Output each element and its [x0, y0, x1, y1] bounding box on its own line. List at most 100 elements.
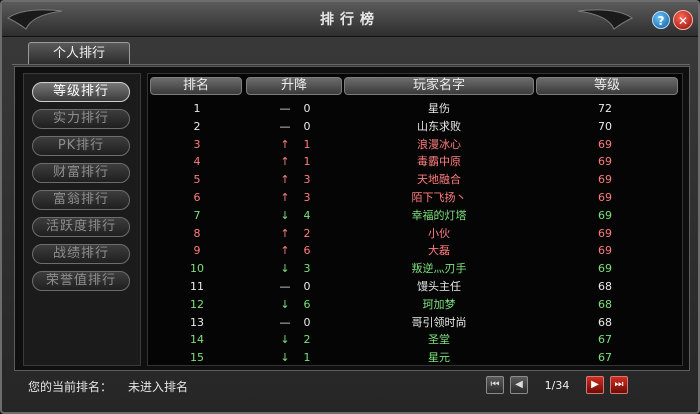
- rank-cell: 6: [193, 191, 201, 204]
- level-cell: 67: [598, 351, 612, 365]
- table-row[interactable]: 1 — 0 星伤 72: [148, 100, 684, 117]
- category-pk-ranking-button[interactable]: PK排行: [32, 136, 130, 156]
- player-name: 星元: [428, 351, 450, 365]
- table-row[interactable]: 15 ↓ 1 星元 67: [148, 349, 684, 366]
- up-arrow-icon: ↑: [280, 137, 290, 151]
- table-row[interactable]: 13 — 0 哥引领时尚 68: [148, 314, 684, 331]
- change-cell: 1: [303, 137, 311, 151]
- level-cell: 70: [598, 119, 612, 133]
- level-cell: 69: [598, 244, 612, 258]
- category-strength-ranking-button[interactable]: 实力排行: [32, 109, 130, 129]
- table-row[interactable]: 11 — 0 馒头主任 68: [148, 278, 684, 295]
- change-cell: 0: [303, 280, 311, 293]
- first-page-button[interactable]: ⏮: [486, 376, 504, 394]
- rank-cell: 4: [193, 155, 201, 169]
- window-title: 排行榜: [320, 12, 380, 28]
- change-cell: 1: [303, 351, 311, 365]
- rank-cell: 11: [190, 280, 204, 293]
- table-row[interactable]: 6 ↑ 3 陌下飞扬丶 69: [148, 189, 684, 206]
- category-tycoon-ranking-button[interactable]: 富翁排行: [32, 190, 130, 210]
- player-name-cell: 叛逆灬刃手: [344, 260, 534, 277]
- table-row[interactable]: 8 ↑ 2 小伙 69: [148, 225, 684, 242]
- table-row[interactable]: 14 ↓ 2 圣堂 67: [148, 331, 684, 348]
- rank-cell: 8: [193, 226, 201, 240]
- header-change: 升降: [246, 77, 342, 95]
- change-cell: 0: [303, 119, 311, 133]
- table-row[interactable]: 5 ↑ 3 天地融合 69: [148, 171, 684, 188]
- level-cell: 69: [598, 226, 612, 240]
- tab-strip: 个人排行: [12, 42, 690, 65]
- level-cell: 68: [598, 297, 612, 311]
- player-name-cell: 圣堂: [344, 331, 534, 348]
- down-arrow-icon: ↓: [280, 333, 290, 347]
- rank-cell: 1: [193, 102, 201, 115]
- prev-page-button[interactable]: ◀: [510, 376, 528, 394]
- table-row[interactable]: 4 ↑ 1 毒霸中原 69: [148, 153, 684, 170]
- change-cell: 2: [303, 333, 311, 347]
- player-name-cell: 星伤: [344, 100, 534, 117]
- up-arrow-icon: ↑: [280, 244, 290, 258]
- table-row[interactable]: 12 ↓ 6 珂加梦 68: [148, 296, 684, 313]
- level-cell: 68: [598, 315, 612, 329]
- player-name: 幸福的灯塔: [411, 208, 467, 222]
- rank-cell: 3: [193, 137, 201, 151]
- table-row[interactable]: 7 ↓ 4 幸福的灯塔 69: [148, 207, 684, 224]
- player-name: 陌下飞扬丶: [411, 191, 467, 204]
- category-level-ranking-button[interactable]: 等级排行: [32, 82, 130, 102]
- level-cell: 69: [598, 208, 612, 222]
- category-wealth-ranking-button[interactable]: 财富排行: [32, 163, 130, 183]
- player-name-cell: 哥引领时尚: [344, 314, 534, 331]
- table-row[interactable]: 10 ↓ 3 叛逆灬刃手 69: [148, 260, 684, 277]
- category-honor-ranking-button[interactable]: 荣誉值排行: [32, 271, 130, 291]
- next-page-button[interactable]: ▶: [586, 376, 604, 394]
- player-name: 天地融合: [417, 173, 461, 187]
- player-name-cell: 珂加梦: [344, 296, 534, 313]
- change-cell: 3: [303, 191, 311, 204]
- down-arrow-icon: ↓: [280, 208, 290, 222]
- table-row[interactable]: 9 ↑ 6 大磊 69: [148, 242, 684, 259]
- ranking-window: 排行榜 ? ✕ 个人排行 等级排行 实力排行 PK排行 财富排行 富翁排行 活跃…: [0, 0, 700, 414]
- category-battle-record-ranking-button[interactable]: 战绩排行: [32, 244, 130, 264]
- level-cell: 69: [598, 262, 612, 276]
- change-cell: 2: [303, 226, 311, 240]
- table-row[interactable]: 2 — 0 山东求败 70: [148, 118, 684, 135]
- down-arrow-icon: ↓: [280, 262, 290, 276]
- rank-cell: 14: [190, 333, 204, 347]
- player-name: 哥引领时尚: [411, 315, 467, 329]
- rank-cell: 9: [193, 244, 201, 258]
- help-icon[interactable]: ?: [652, 11, 670, 29]
- change-cell: 6: [303, 244, 311, 258]
- rank-cell: 2: [193, 119, 201, 133]
- level-cell: 72: [598, 102, 612, 115]
- level-cell: 68: [598, 280, 612, 293]
- last-page-button[interactable]: ⏭: [610, 376, 628, 394]
- category-sidebar: 等级排行 实力排行 PK排行 财富排行 富翁排行 活跃度排行 战绩排行 荣誉值排…: [23, 73, 141, 366]
- rank-cell: 13: [190, 315, 204, 329]
- up-arrow-icon: ↑: [280, 173, 290, 187]
- header-player-name: 玩家名字: [344, 77, 534, 95]
- no-change-icon: —: [279, 315, 291, 329]
- player-name-cell: 馒头主任: [344, 278, 534, 295]
- ranking-table: 排名 升降 玩家名字 等级 1—0 星伤 72 2—0 山东求败 70 3 ↑ 1 浪漫冰心 69 4…: [147, 73, 683, 366]
- table-row[interactable]: 3 ↑ 1 浪漫冰心 69: [148, 136, 684, 153]
- current-rank-value: 未进入排名: [128, 380, 189, 394]
- close-icon[interactable]: ✕: [673, 10, 693, 30]
- player-name-cell: 浪漫冰心: [344, 136, 534, 153]
- category-activity-ranking-button[interactable]: 活跃度排行: [32, 217, 130, 237]
- up-arrow-icon: ↑: [280, 191, 290, 204]
- page-indicator: 1/34: [544, 379, 570, 392]
- header-level: 等级: [536, 77, 678, 95]
- player-name: 大磊: [428, 244, 450, 258]
- tab-personal-ranking[interactable]: 个人排行: [28, 42, 130, 64]
- rank-cell: 12: [190, 297, 204, 311]
- current-rank-label: 您的当前排名：: [28, 380, 113, 394]
- player-name: 山东求败: [417, 119, 461, 133]
- player-name: 珂加梦: [422, 297, 456, 311]
- player-name: 小伙: [428, 226, 450, 240]
- level-cell: 69: [598, 191, 612, 204]
- player-name: 浪漫冰心: [417, 137, 461, 151]
- content-area: 等级排行 实力排行 PK排行 财富排行 富翁排行 活跃度排行 战绩排行 荣誉值排…: [14, 66, 690, 371]
- up-arrow-icon: ↑: [280, 226, 290, 240]
- level-cell: 67: [598, 333, 612, 347]
- player-name-cell: 小伙: [344, 225, 534, 242]
